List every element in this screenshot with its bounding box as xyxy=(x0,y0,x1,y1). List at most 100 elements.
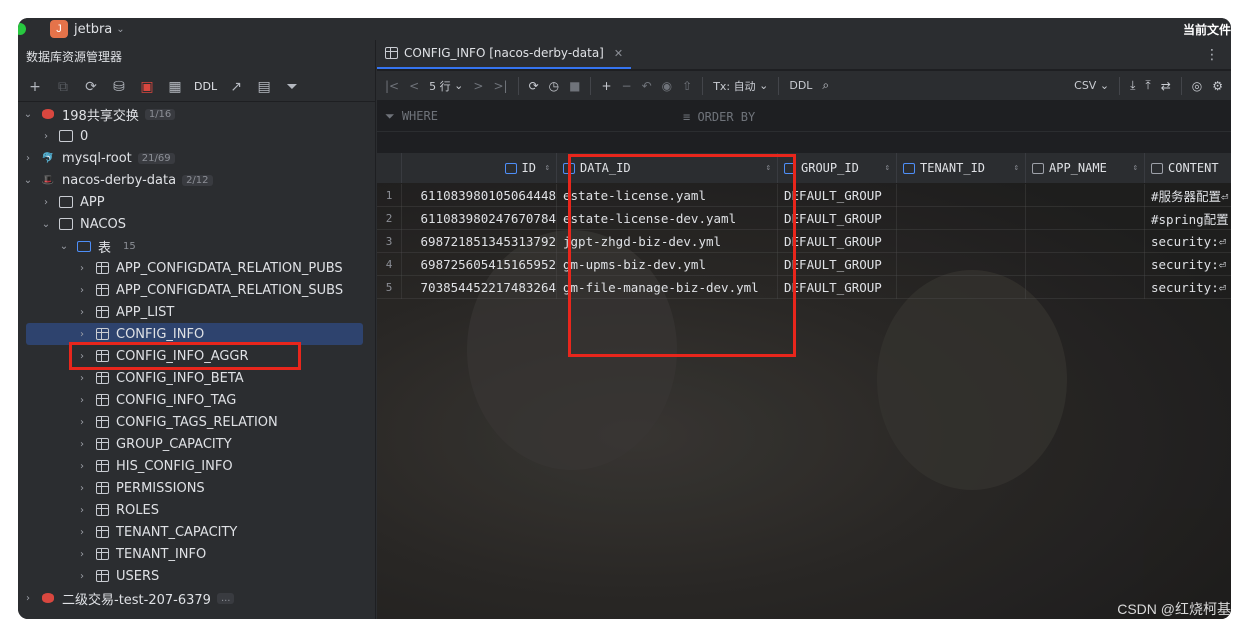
chevron-right-icon[interactable]: › xyxy=(40,131,52,142)
tree-item[interactable]: › CONFIG_INFO_TAG xyxy=(18,389,376,411)
tree-item[interactable]: › APP_LIST xyxy=(18,301,376,323)
tree-item[interactable]: › CONFIG_INFO_AGGR xyxy=(18,345,376,367)
delete-row-icon[interactable]: − xyxy=(622,79,632,93)
tree-item[interactable]: › PERMISSIONS xyxy=(18,477,376,499)
sort-icon[interactable]: ⇕ xyxy=(1014,163,1019,173)
download-icon[interactable]: ⤓ xyxy=(1130,78,1135,93)
cell-app-name[interactable] xyxy=(1026,184,1145,207)
column-header-id[interactable]: ID ⇕ xyxy=(402,153,557,183)
stop-icon[interactable]: ▣ xyxy=(138,78,156,96)
cell-content[interactable]: security:⏎ xyxy=(1145,230,1231,253)
chevron-right-icon[interactable]: › xyxy=(76,285,88,296)
sort-icon[interactable]: ⇕ xyxy=(885,163,890,173)
table-row[interactable]: 3 698721851345313792 jgpt-zhgd-biz-dev.yml… xyxy=(377,230,1231,253)
refresh-icon[interactable]: ⟳ xyxy=(82,78,100,96)
project-name[interactable]: jetbra xyxy=(74,22,112,37)
cell-tenant-id[interactable] xyxy=(897,230,1026,253)
cell-group-id[interactable]: DEFAULT_GROUP xyxy=(778,276,897,299)
table-view-icon[interactable]: ▦ xyxy=(166,78,184,96)
tree-item[interactable]: › 0 xyxy=(18,125,376,147)
previous-page-icon[interactable]: < xyxy=(409,79,419,93)
cell-content[interactable]: security:⏎ xyxy=(1145,253,1231,276)
cell-data-id[interactable]: estate-license.yaml xyxy=(557,184,778,207)
cell-group-id[interactable]: DEFAULT_GROUP xyxy=(778,184,897,207)
cell-id[interactable]: 611083980247670784 xyxy=(402,207,557,230)
cell-content[interactable]: security:⏎ xyxy=(1145,276,1231,299)
chevron-right-icon[interactable]: › xyxy=(76,263,88,274)
stop-icon[interactable]: ■ xyxy=(569,79,580,93)
tab-config-info[interactable]: CONFIG_INFO [nacos-derby-data] ✕ xyxy=(377,40,632,69)
chevron-right-icon[interactable]: › xyxy=(76,373,88,384)
chevron-down-icon[interactable]: ⌄ xyxy=(116,24,124,35)
tree-item[interactable]: › GROUP_CAPACITY xyxy=(18,433,376,455)
cell-group-id[interactable]: DEFAULT_GROUP xyxy=(778,207,897,230)
tree-item[interactable]: › HIS_CONFIG_INFO xyxy=(18,455,376,477)
tree-item[interactable]: › ROLES xyxy=(18,499,376,521)
table-row[interactable]: 5 703854452217483264 gm-file-manage-biz-de… xyxy=(377,276,1231,299)
table-row[interactable]: 2 611083980247670784 estate-license-dev.ya… xyxy=(377,207,1231,230)
copy-icon[interactable]: ⧉ xyxy=(54,78,72,96)
cell-id[interactable]: 698725605415165952 xyxy=(402,253,557,276)
cell-data-id[interactable]: jgpt-zhgd-biz-dev.yml xyxy=(557,230,778,253)
ddl-button[interactable]: DDL xyxy=(194,80,217,93)
add-icon[interactable]: + xyxy=(26,78,44,96)
cell-content[interactable]: #服务器配置⏎ xyxy=(1145,184,1231,207)
chevron-right-icon[interactable]: › xyxy=(76,483,88,494)
chevron-right-icon[interactable]: › xyxy=(76,527,88,538)
sort-icon[interactable]: ⇕ xyxy=(1133,163,1138,173)
tree-item[interactable]: › APP_CONFIGDATA_RELATION_SUBS xyxy=(18,279,376,301)
tree-item[interactable]: › APP xyxy=(18,191,376,213)
tree-item[interactable]: › CONFIG_TAGS_RELATION xyxy=(18,411,376,433)
cell-data-id[interactable]: estate-license-dev.yaml xyxy=(557,207,778,230)
chevron-right-icon[interactable]: › xyxy=(76,417,88,428)
sort-icon[interactable]: ⇕ xyxy=(545,163,550,173)
chevron-right-icon[interactable]: › xyxy=(76,549,88,560)
column-header-tenant-id[interactable]: TENANT_ID ⇕ xyxy=(897,153,1026,183)
tree-item[interactable]: › CONFIG_INFO_BETA xyxy=(18,367,376,389)
view-icon[interactable]: ◎ xyxy=(1192,79,1202,93)
chevron-right-icon[interactable]: › xyxy=(76,439,88,450)
chevron-right-icon[interactable]: › xyxy=(40,197,52,208)
chevron-right-icon[interactable]: › xyxy=(76,505,88,516)
chevron-down-icon[interactable]: ⌄ xyxy=(22,109,34,120)
column-header-group-id[interactable]: GROUP_ID ⇕ xyxy=(778,153,897,183)
add-row-icon[interactable]: + xyxy=(601,79,611,93)
jump-to-source-icon[interactable]: ↗ xyxy=(227,78,245,96)
chevron-right-icon[interactable]: › xyxy=(76,307,88,318)
chevron-right-icon[interactable]: › xyxy=(76,571,88,582)
cell-tenant-id[interactable] xyxy=(897,276,1026,299)
compare-icon[interactable]: ⇄ xyxy=(1161,79,1171,93)
reload-icon[interactable]: ⟳ xyxy=(529,79,539,93)
chevron-right-icon[interactable]: › xyxy=(76,351,88,362)
cell-app-name[interactable] xyxy=(1026,230,1145,253)
cell-app-name[interactable] xyxy=(1026,207,1145,230)
cell-tenant-id[interactable] xyxy=(897,253,1026,276)
row-count-selector[interactable]: 5 行 ⌄ xyxy=(429,78,463,94)
cell-content[interactable]: #spring配置 xyxy=(1145,207,1231,230)
close-tab-icon[interactable]: ✕ xyxy=(614,47,623,60)
tree-item[interactable]: ⌄ 表 15 xyxy=(18,235,376,257)
revert-icon[interactable]: ↶ xyxy=(642,79,652,93)
tree-item[interactable]: ⌄ NACOS xyxy=(18,213,376,235)
cell-tenant-id[interactable] xyxy=(897,207,1026,230)
tree-item[interactable]: › 🐬 mysql-root 21/69 xyxy=(18,147,376,169)
tree-item[interactable]: › 二级交易-test-207-6379... xyxy=(18,587,376,609)
cell-data-id[interactable]: gm-file-manage-biz-dev.yml xyxy=(557,276,778,299)
cell-id[interactable]: 611083980105064448 xyxy=(402,184,557,207)
order-by-input[interactable]: ≡ ORDER BY xyxy=(683,110,755,124)
chevron-right-icon[interactable]: › xyxy=(22,153,34,164)
table-row[interactable]: 4 698725605415165952 gm-upms-biz-dev.yml DE… xyxy=(377,253,1231,276)
tree-item[interactable]: › APP_CONFIGDATA_RELATION_PUBS xyxy=(18,257,376,279)
chevron-right-icon[interactable]: › xyxy=(76,461,88,472)
where-filter-input[interactable]: ⏷ WHERE xyxy=(385,109,438,124)
chevron-down-icon[interactable]: ⌄ xyxy=(40,219,52,230)
more-options-icon[interactable]: ⋮ xyxy=(1205,47,1219,63)
table-row[interactable]: 1 611083980105064448 estate-license.yaml DE… xyxy=(377,184,1231,207)
first-page-icon[interactable]: |< xyxy=(385,79,399,93)
last-page-icon[interactable]: >| xyxy=(493,79,507,93)
column-header-data-id[interactable]: DATA_ID ⇕ xyxy=(557,153,778,183)
cell-group-id[interactable]: DEFAULT_GROUP xyxy=(778,253,897,276)
preview-changes-icon[interactable]: ◉ xyxy=(662,79,672,93)
tree-item[interactable]: ⌄ 198共享交换 1/16 xyxy=(18,103,376,125)
chevron-down-icon[interactable]: ⌄ xyxy=(22,175,34,186)
